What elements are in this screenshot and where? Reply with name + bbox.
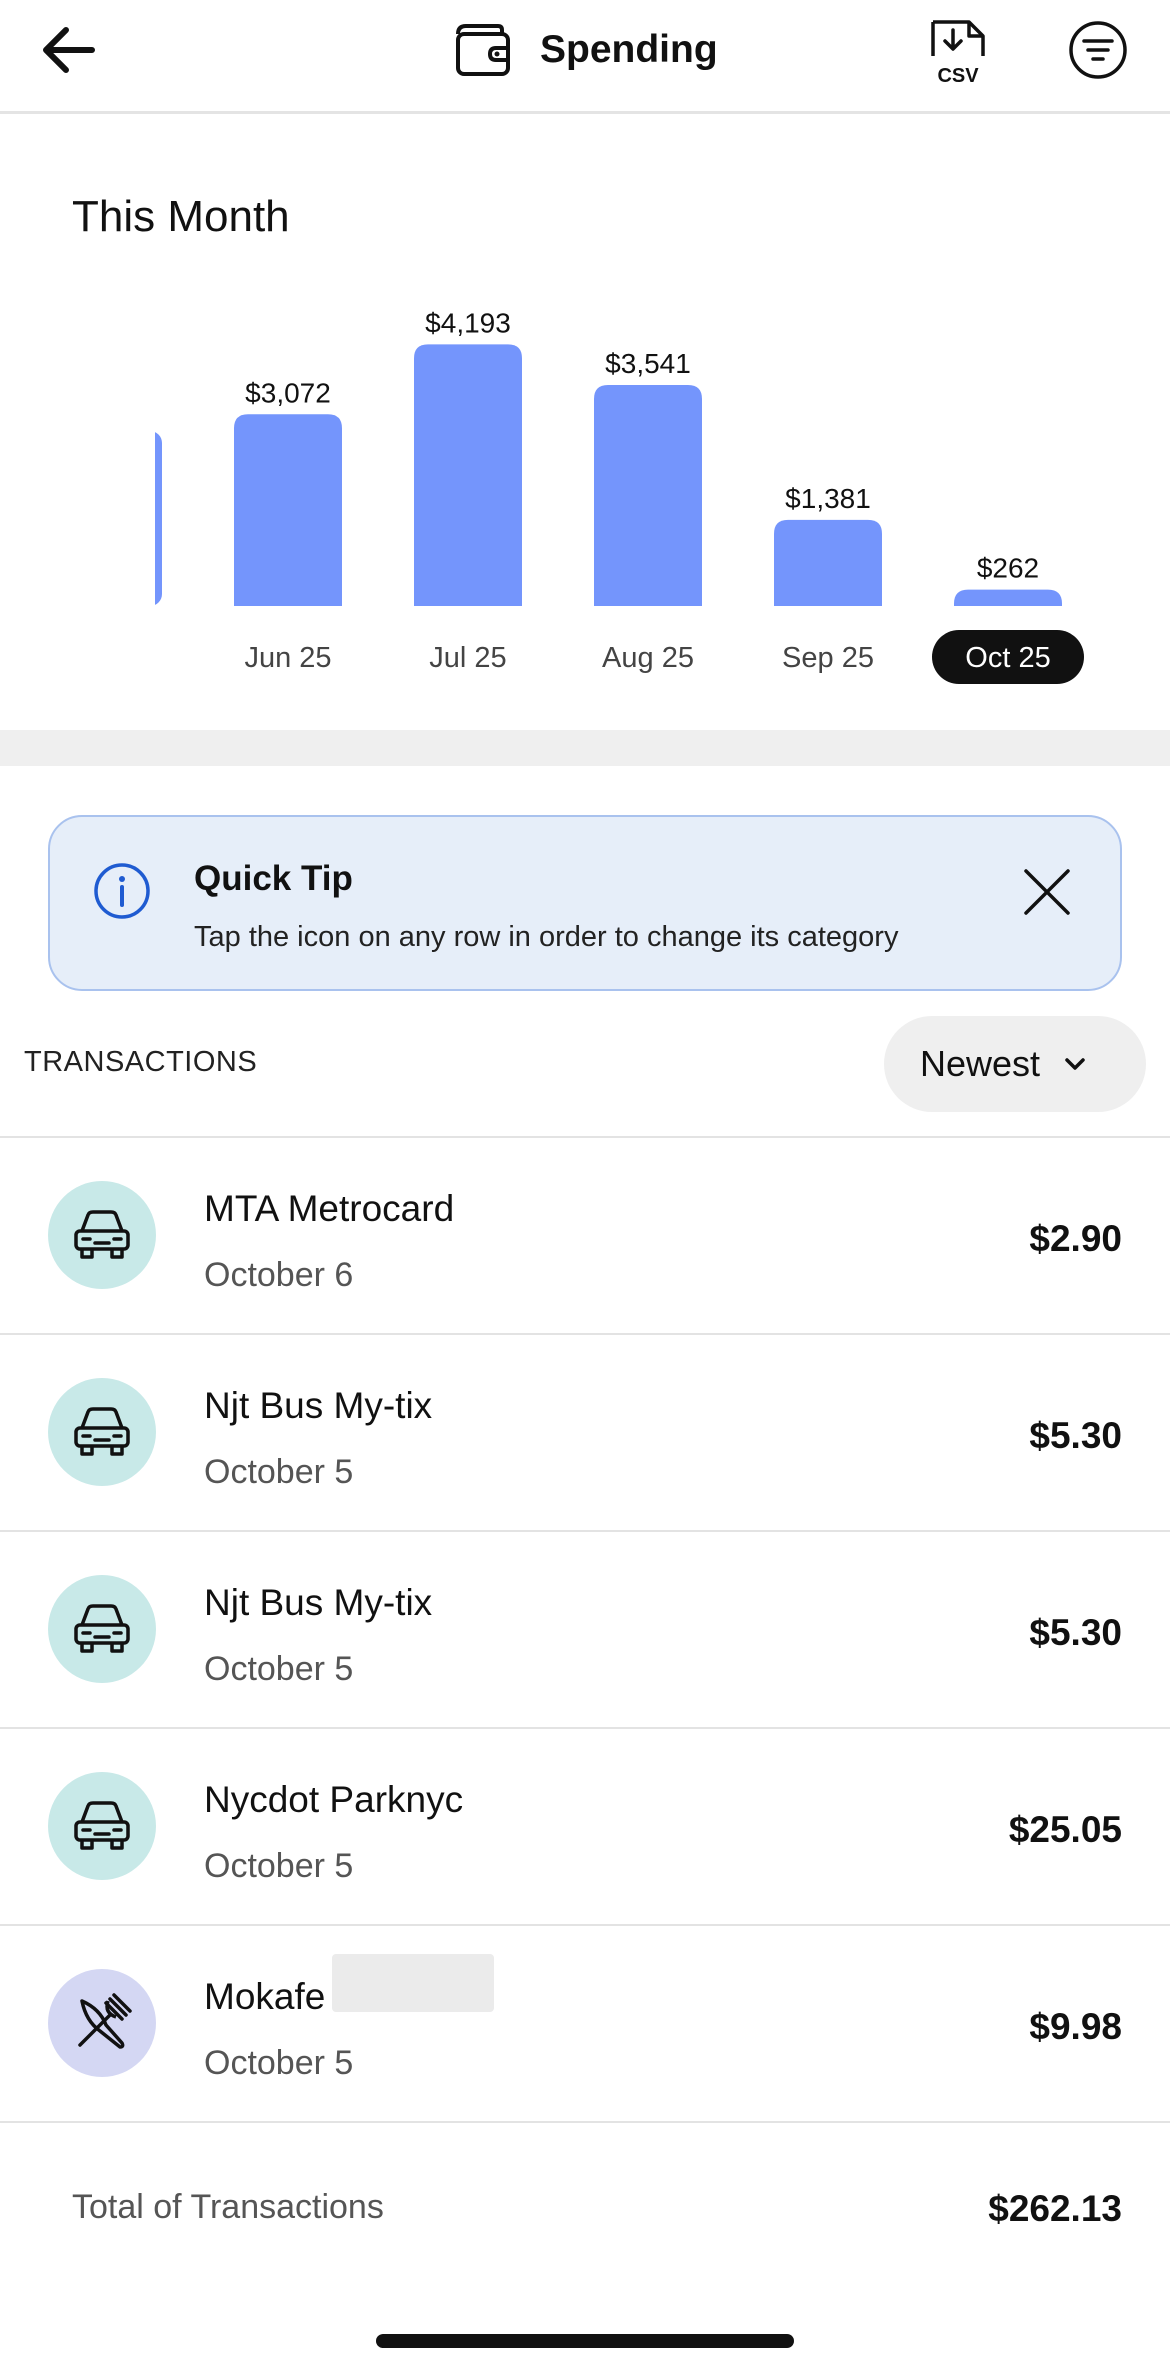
transaction-name: Mokafe <box>204 1976 326 2017</box>
transaction-amount: $25.05 <box>1008 1809 1122 1850</box>
fork-knife-icon <box>78 1993 132 2049</box>
section-divider <box>0 730 1170 766</box>
filter-menu-button[interactable] <box>1064 18 1132 82</box>
sort-dropdown[interactable]: Newest <box>884 1016 1146 1112</box>
app-header: Spending CSV <box>0 0 1170 114</box>
month-tick-label[interactable]: Oct 25 <box>965 642 1050 674</box>
redacted-text <box>332 1954 494 2012</box>
close-icon[interactable] <box>1018 863 1076 921</box>
csv-text: CSV <box>937 65 979 86</box>
transaction-name: Nycdot Parknyc <box>204 1779 464 1820</box>
tip-title: Quick Tip <box>194 859 353 898</box>
bar-value-label: $1,381 <box>785 483 871 514</box>
transaction-amount: $2.90 <box>1029 1218 1122 1259</box>
transaction-row[interactable]: Mokafe October 5 $9.98 <box>0 1926 1170 2123</box>
quick-tip-banner: Quick Tip Tap the icon on any row in ord… <box>48 815 1122 991</box>
section-title: This Month <box>72 192 290 241</box>
csv-download-icon: CSV <box>931 20 985 87</box>
transaction-amount: $5.30 <box>1029 1612 1122 1653</box>
bar-value-label: $4,193 <box>425 307 511 338</box>
wallet-icon <box>456 24 510 76</box>
transaction-date: October 5 <box>204 2044 354 2082</box>
transaction-row[interactable]: Njt Bus My-tix October 5 $5.30 <box>0 1532 1170 1729</box>
transaction-list: MTA Metrocard October 6 $2.90 Njt Bus My… <box>0 1136 1170 2123</box>
month-tick-label[interactable]: Sep 25 <box>782 642 874 674</box>
transaction-row[interactable]: Njt Bus My-tix October 5 $5.30 <box>0 1335 1170 1532</box>
arrow-left-icon <box>43 27 95 73</box>
tip-text: Tap the icon on any row in order to chan… <box>194 921 899 953</box>
home-indicator[interactable] <box>376 2334 794 2348</box>
transaction-row[interactable]: Nycdot Parknyc October 5 $25.05 <box>0 1729 1170 1926</box>
total-label: Total of Transactions <box>72 2188 384 2226</box>
chart-bar[interactable] <box>594 385 702 606</box>
chart-bar[interactable] <box>414 344 522 606</box>
transaction-row[interactable]: MTA Metrocard October 6 $2.90 <box>0 1138 1170 1335</box>
back-button[interactable] <box>36 18 108 82</box>
info-icon <box>94 863 150 919</box>
transaction-amount: $5.30 <box>1029 1415 1122 1456</box>
month-tick-label[interactable]: Jul 25 <box>429 642 506 674</box>
transaction-date: October 6 <box>204 1256 354 1294</box>
car-icon <box>74 1801 130 1850</box>
page-title: Spending <box>540 28 718 71</box>
category-avatar[interactable] <box>48 1181 156 1289</box>
transaction-date: October 5 <box>204 1453 354 1491</box>
bar-value-label: $3,072 <box>245 377 331 408</box>
totals-footer: Total of Transactions $262.13 <box>0 2134 1170 2374</box>
sort-label: Newest <box>920 1043 1041 1084</box>
car-icon <box>74 1604 130 1653</box>
bar-value-label: $3,541 <box>605 348 691 379</box>
filter-menu-icon <box>1069 21 1127 79</box>
category-avatar[interactable] <box>48 1772 156 1880</box>
category-avatar[interactable] <box>48 1969 156 2077</box>
header-title-group: Spending <box>452 18 718 82</box>
car-icon <box>74 1407 130 1456</box>
category-avatar[interactable] <box>48 1378 156 1486</box>
chart-bar[interactable] <box>954 589 1062 606</box>
transaction-name: MTA Metrocard <box>204 1188 455 1229</box>
category-avatar[interactable] <box>48 1575 156 1683</box>
transaction-date: October 5 <box>204 1847 354 1885</box>
bar-value-label: $262 <box>977 553 1039 584</box>
car-icon <box>74 1210 130 1259</box>
month-tick-label[interactable]: Jun 25 <box>244 642 331 674</box>
transaction-name: Njt Bus My-tix <box>204 1385 433 1426</box>
chart-bar[interactable] <box>234 414 342 606</box>
transactions-header: TRANSACTIONS <box>24 1046 258 1078</box>
export-csv-button[interactable]: CSV <box>925 16 991 87</box>
chart-bar[interactable] <box>54 431 162 606</box>
transaction-name: Njt Bus My-tix <box>204 1582 433 1623</box>
monthly-spending-chart: $3,072 Jun 25 $4,193 Jul 25 $3,541 Aug 25 $1,3… <box>54 307 1084 684</box>
month-tick-label[interactable]: Aug 25 <box>602 642 694 674</box>
total-value: $262.13 <box>988 2188 1122 2229</box>
transaction-date: October 5 <box>204 1650 354 1688</box>
chevron-down-icon <box>1065 1058 1085 1070</box>
transaction-amount: $9.98 <box>1029 2006 1122 2047</box>
chart-bar[interactable] <box>774 519 882 606</box>
